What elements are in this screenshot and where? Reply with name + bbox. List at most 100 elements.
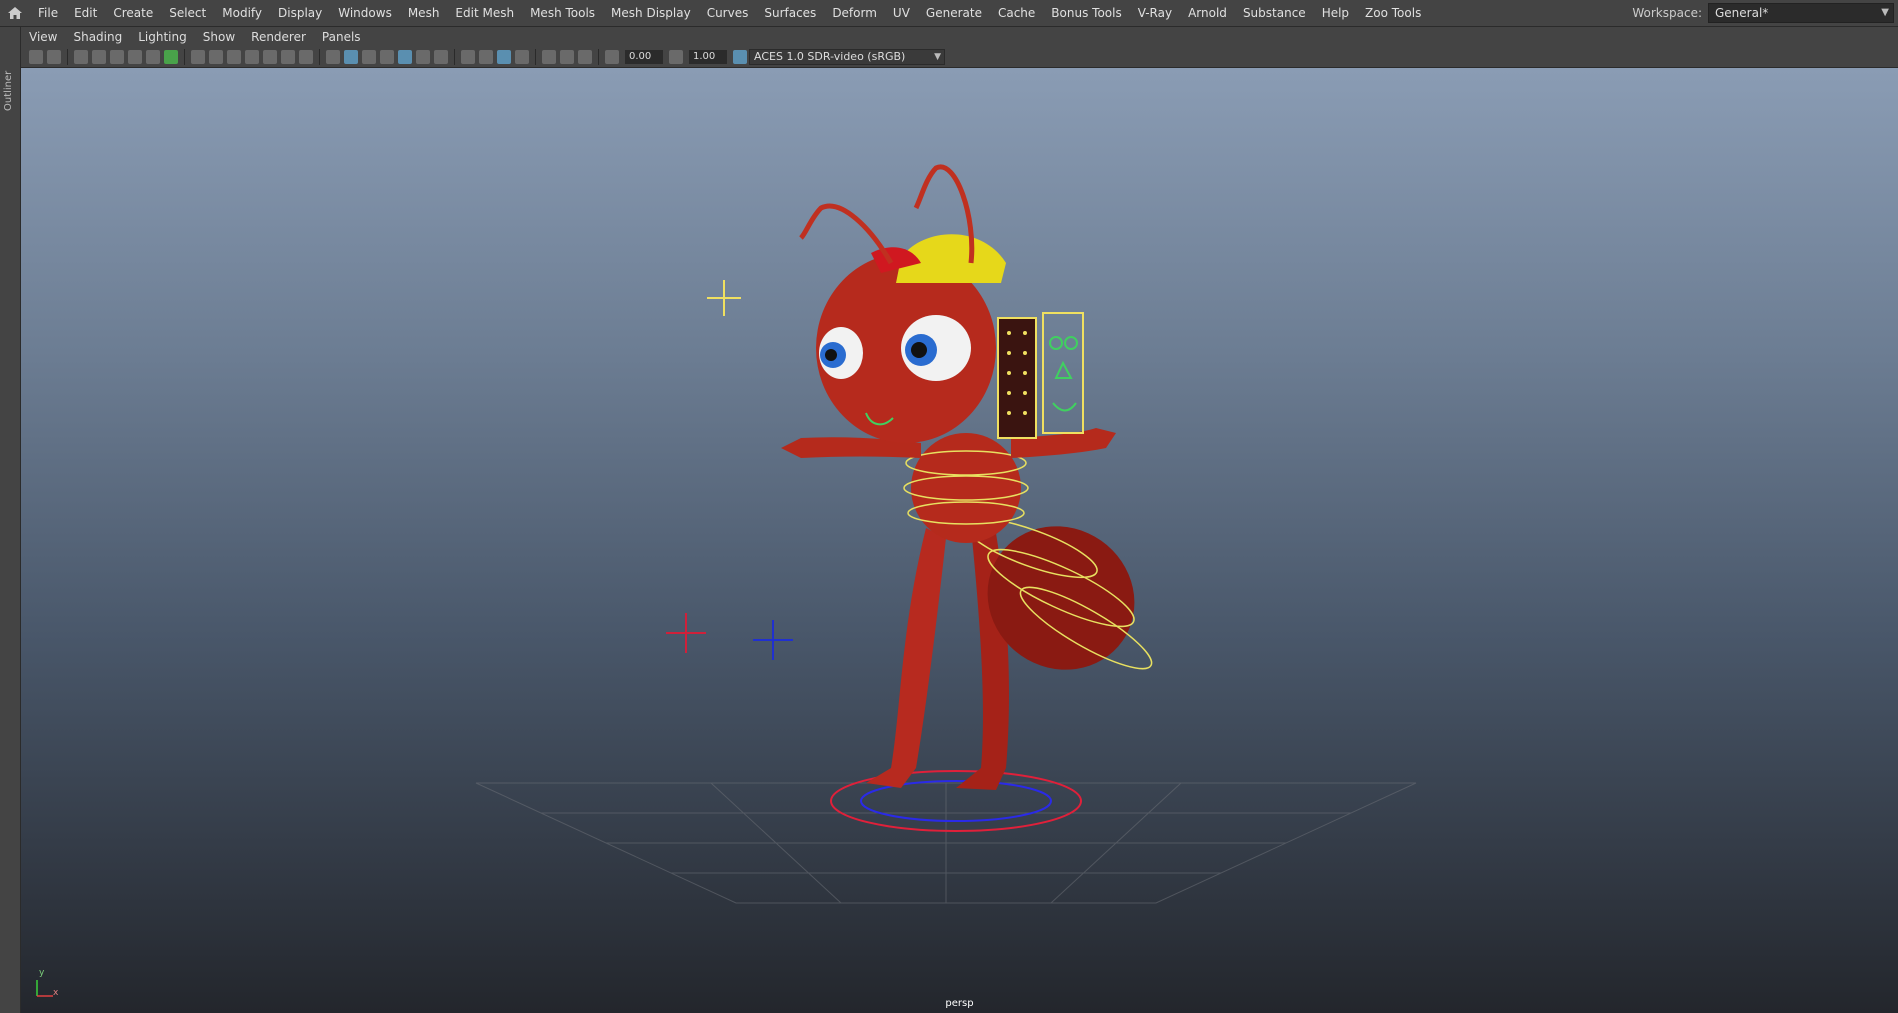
face-control-box-left — [997, 317, 1037, 439]
menu-arnold[interactable]: Arnold — [1180, 0, 1235, 26]
panel-menu-view[interactable]: View — [21, 30, 65, 44]
menu-uv[interactable]: UV — [885, 0, 918, 26]
menu-cache[interactable]: Cache — [990, 0, 1043, 26]
ambient-occlusion-icon[interactable] — [434, 50, 448, 64]
toolbar-separator — [535, 49, 536, 65]
workspace-value: General* — [1715, 6, 1769, 20]
locator-yellow — [707, 280, 741, 316]
menu-deform[interactable]: Deform — [824, 0, 885, 26]
chevron-down-icon: ▼ — [1881, 7, 1889, 18]
menu-zoo-tools[interactable]: Zoo Tools — [1357, 0, 1429, 26]
textured-icon[interactable] — [380, 50, 394, 64]
main-menubar: File Edit Create Select Modify Display W… — [0, 0, 1898, 27]
locator-blue — [753, 620, 793, 660]
toolbar-separator — [454, 49, 455, 65]
exposure-icon[interactable] — [605, 50, 619, 64]
toolbar-separator — [67, 49, 68, 65]
shadows-icon[interactable] — [416, 50, 430, 64]
chevron-down-icon: ▼ — [934, 52, 941, 62]
ground-grid — [475, 782, 1417, 904]
menu-modify[interactable]: Modify — [214, 0, 270, 26]
3d-viewport[interactable]: y x persp — [21, 68, 1898, 1013]
view-transform-value: ACES 1.0 SDR-video (sRGB) — [754, 50, 906, 63]
menu-vray[interactable]: V-Ray — [1130, 0, 1180, 26]
wireframe-icon[interactable] — [326, 50, 340, 64]
menu-mesh-display[interactable]: Mesh Display — [603, 0, 699, 26]
isolate-select-icon[interactable] — [515, 50, 529, 64]
menu-help[interactable]: Help — [1314, 0, 1357, 26]
workspace-dropdown[interactable]: General* ▼ — [1708, 3, 1894, 23]
use-all-lights-icon[interactable] — [398, 50, 412, 64]
menu-create[interactable]: Create — [105, 0, 161, 26]
pupil-right — [911, 342, 927, 358]
menu-substance[interactable]: Substance — [1235, 0, 1314, 26]
color-management-icon[interactable] — [733, 50, 747, 64]
panel-menu-renderer[interactable]: Renderer — [243, 30, 314, 44]
pupil-left — [825, 349, 837, 361]
toolbar-separator — [184, 49, 185, 65]
gamma-field[interactable]: 1.00 — [689, 50, 727, 64]
grease-pencil-icon[interactable] — [146, 50, 160, 64]
safe-action-icon[interactable] — [281, 50, 295, 64]
resolution-gate-icon[interactable] — [227, 50, 241, 64]
panel-menu-shading[interactable]: Shading — [65, 30, 130, 44]
depth-of-field-icon[interactable] — [497, 50, 511, 64]
home-icon[interactable] — [0, 0, 30, 26]
xray-icon[interactable] — [542, 50, 556, 64]
viewport-panel: View Shading Lighting Show Renderer Pane… — [21, 27, 1898, 1013]
wireframe-on-shaded-icon[interactable] — [362, 50, 376, 64]
2d-pan-zoom-icon[interactable] — [128, 50, 142, 64]
camera-attributes-icon[interactable] — [47, 50, 61, 64]
face-ctrl-glyphs — [1049, 336, 1078, 412]
menu-mesh-tools[interactable]: Mesh Tools — [522, 0, 603, 26]
camera-icon[interactable] — [74, 50, 88, 64]
gate-mask-icon[interactable] — [245, 50, 259, 64]
safe-title-icon[interactable] — [299, 50, 313, 64]
locator-red — [666, 613, 706, 653]
workspace-selector: Workspace: General* ▼ — [1632, 0, 1898, 26]
menu-mesh[interactable]: Mesh — [400, 0, 448, 26]
xray-joints-icon[interactable] — [560, 50, 574, 64]
exposure-field[interactable]: 0.00 — [625, 50, 663, 64]
view-transform-dropdown[interactable]: ACES 1.0 SDR-video (sRGB) ▼ — [749, 49, 945, 65]
menu-bonus-tools[interactable]: Bonus Tools — [1043, 0, 1129, 26]
select-camera-icon[interactable] — [29, 50, 43, 64]
menu-edit[interactable]: Edit — [66, 0, 105, 26]
menu-windows[interactable]: Windows — [330, 0, 400, 26]
anti-aliasing-icon[interactable] — [479, 50, 493, 64]
face-control-box-right — [1042, 312, 1084, 434]
axis-x-label: x — [53, 988, 59, 998]
main-control — [860, 780, 1052, 822]
menu-curves[interactable]: Curves — [699, 0, 757, 26]
xray-active-icon[interactable] — [578, 50, 592, 64]
panel-menu-show[interactable]: Show — [195, 30, 243, 44]
menu-display[interactable]: Display — [270, 0, 330, 26]
menu-surfaces[interactable]: Surfaces — [756, 0, 824, 26]
menu-file[interactable]: File — [30, 0, 66, 26]
film-gate-icon[interactable] — [209, 50, 223, 64]
pencil-icon[interactable] — [164, 50, 178, 64]
grid-icon[interactable] — [191, 50, 205, 64]
viewport-scene — [475, 164, 1417, 904]
panel-menubar: View Shading Lighting Show Renderer Pane… — [21, 27, 1898, 47]
field-chart-icon[interactable] — [263, 50, 277, 64]
outliner-tab[interactable]: Outliner — [0, 27, 21, 1013]
motion-blur-icon[interactable] — [461, 50, 475, 64]
image-plane-icon[interactable] — [92, 50, 106, 64]
menu-select[interactable]: Select — [161, 0, 214, 26]
outliner-label: Outliner — [3, 70, 14, 111]
panel-menu-panels[interactable]: Panels — [314, 30, 369, 44]
torso — [911, 433, 1021, 543]
toolbar-separator — [319, 49, 320, 65]
toolbar-separator — [598, 49, 599, 65]
axis-y-label: y — [39, 968, 45, 978]
bookmark-icon[interactable] — [110, 50, 124, 64]
panel-menu-lighting[interactable]: Lighting — [130, 30, 195, 44]
menu-edit-mesh[interactable]: Edit Mesh — [447, 0, 522, 26]
workspace-label: Workspace: — [1632, 6, 1702, 20]
panel-toolbar: 0.00 1.00 ACES 1.0 SDR-video (sRGB) ▼ — [21, 47, 1898, 68]
smooth-shade-icon[interactable] — [344, 50, 358, 64]
menu-generate[interactable]: Generate — [918, 0, 990, 26]
gamma-icon[interactable] — [669, 50, 683, 64]
leg-left — [866, 528, 946, 788]
